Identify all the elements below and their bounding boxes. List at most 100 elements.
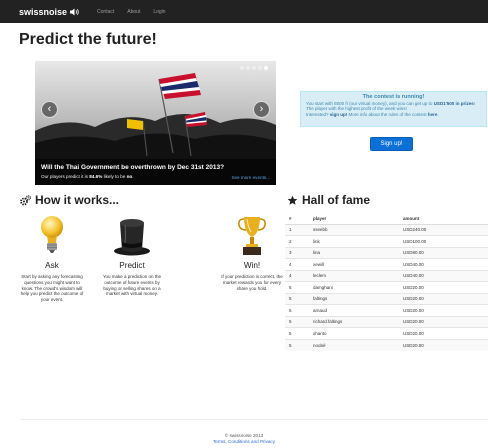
- rank-cell: 5: [285, 327, 309, 339]
- rank-cell: 4: [285, 258, 309, 270]
- contest-info-box: The contest is running! You start with 5…: [300, 91, 487, 127]
- contest-rules-link[interactable]: here: [428, 112, 438, 117]
- brand-name[interactable]: swissnoise: [19, 7, 67, 17]
- carousel-dot-active[interactable]: [264, 66, 268, 70]
- carousel-dot[interactable]: [258, 66, 262, 70]
- chevron-left-icon: ‹: [47, 103, 52, 115]
- amount-cell: USD240.00: [399, 223, 488, 236]
- contest-text: (our virtual money), and you can get up …: [347, 100, 434, 106]
- player-cell: richard.faltings: [309, 315, 399, 328]
- amount-cell: USD40.00: [399, 269, 488, 282]
- player-cell: damghani: [309, 281, 399, 293]
- nav-login[interactable]: Login: [153, 9, 165, 15]
- table-row: 5 arnaud USD20.00: [285, 304, 488, 316]
- carousel-indicators: [240, 66, 268, 70]
- event-carousel[interactable]: ‹ › Will the Thai Government be overthro…: [35, 61, 276, 185]
- how-step-win: Win! If your prediction is correct, the …: [219, 211, 285, 291]
- prediction-suffix: .: [132, 174, 134, 179]
- table-row: 5 richard.faltings USD20.00: [285, 315, 488, 328]
- prediction-middle: likely to be: [102, 174, 127, 179]
- table-row: 3 lina USD80.00: [285, 246, 488, 259]
- hall-of-fame-title: Hall of fame: [302, 193, 371, 207]
- rank-column-header: #: [285, 214, 309, 225]
- carousel-caption: Will the Thai Government be overthrown b…: [35, 159, 276, 185]
- table-row: 4 leclem USD40.00: [285, 269, 488, 282]
- prediction-prefix: Our players predict it is: [41, 174, 90, 179]
- nav-contact[interactable]: Contact: [97, 9, 114, 15]
- player-cell: lina: [309, 246, 399, 259]
- table-row: 2 link USD100.00: [285, 235, 488, 247]
- star-icon: [287, 195, 298, 205]
- table-row: 5 xhanto USD20.00: [285, 327, 488, 339]
- footer-divider: [20, 419, 488, 420]
- player-cell: faltings: [309, 292, 399, 305]
- speaker-icon: [70, 8, 79, 15]
- amount-cell: USD20.00: [399, 338, 488, 351]
- amount-column-header: amount: [399, 214, 488, 225]
- table-row: 5 damghani USD20.00: [285, 281, 488, 293]
- player-column-header: player: [309, 214, 399, 225]
- hall-of-fame-heading: Hall of fame: [287, 193, 370, 207]
- contest-text: You start with 5000: [306, 100, 346, 106]
- contest-text: .: [437, 111, 439, 117]
- rank-cell: 5: [285, 315, 309, 328]
- gears-icon: [20, 194, 31, 205]
- amount-cell: USD20.00: [399, 304, 488, 316]
- amount-cell: USD80.00: [399, 246, 488, 259]
- amount-cell: USD20.00: [399, 281, 488, 293]
- rank-cell: 5: [285, 281, 309, 293]
- table-row: 5 noobé USD20.00: [285, 338, 488, 351]
- player-cell: xhanto: [309, 327, 399, 339]
- how-step-predict: Predict You make a prediction on the out…: [99, 211, 165, 297]
- amount-cell: USD40.00: [399, 258, 488, 270]
- nav-about[interactable]: About: [127, 9, 140, 15]
- brand-logo[interactable]: swissnoise: [19, 7, 80, 17]
- player-cell: link: [309, 235, 399, 247]
- rank-cell: 5: [285, 338, 309, 351]
- rank-cell: 5: [285, 304, 309, 316]
- page-title: Predict the future!: [19, 31, 157, 48]
- footer: © swissnoise 2013 Terms, Conditions and …: [0, 433, 488, 445]
- amount-cell: USD20.00: [399, 292, 488, 305]
- how-it-works-heading: How it works...: [20, 193, 119, 207]
- rank-cell: 1: [285, 223, 309, 236]
- top-hat-icon: [114, 219, 150, 256]
- step-description: You make a prediction on the outcome of …: [102, 274, 162, 297]
- chevron-right-icon: ›: [259, 103, 264, 115]
- table-row: 5 faltings USD20.00: [285, 292, 488, 305]
- carousel-prev-button[interactable]: ‹: [41, 101, 58, 118]
- player-cell: xewill: [309, 258, 399, 270]
- see-more-events-link[interactable]: See more events...: [231, 175, 270, 180]
- rank-cell: 3: [285, 246, 309, 259]
- hall-of-fame-table: # player amount 1 sseebb USD240.00 2 link US…: [285, 214, 488, 351]
- contest-interest: Interested? sign up! More info about the…: [306, 112, 481, 118]
- signup-button[interactable]: Sign up!: [370, 137, 413, 151]
- player-cell: leclem: [309, 269, 399, 282]
- how-step-ask: Ask Start by asking any forecasting ques…: [19, 211, 85, 303]
- player-cell: sseebb: [309, 223, 399, 236]
- player-cell: noobé: [309, 338, 399, 351]
- step-heading: Win!: [243, 261, 261, 270]
- step-description: If your prediction is correct, the marke…: [221, 274, 283, 291]
- carousel-dot[interactable]: [246, 66, 250, 70]
- lightbulb-icon: [41, 216, 63, 253]
- carousel-dot[interactable]: [240, 66, 244, 70]
- terms-link[interactable]: Terms, Conditions and Privacy: [213, 439, 275, 444]
- contest-prize: USD1'500 in prizes: [433, 100, 474, 106]
- contest-description: You start with 5000 ñ (our virtual money…: [306, 101, 481, 112]
- contest-text: Interested?: [306, 111, 330, 117]
- step-heading: Ask: [45, 261, 59, 270]
- player-cell: arnaud: [309, 304, 399, 316]
- carousel-next-button[interactable]: ›: [253, 101, 270, 118]
- rank-cell: 2: [285, 235, 309, 247]
- amount-cell: USD20.00: [399, 315, 488, 328]
- table-header-row: # player amount: [285, 214, 488, 225]
- contest-signup-link[interactable]: sign up!: [330, 112, 348, 117]
- contest-text: More info about the rules of the contest: [347, 111, 428, 117]
- carousel-dot[interactable]: [252, 66, 256, 70]
- step-heading: Predict: [119, 261, 145, 270]
- prediction-percent: 84.6%: [89, 174, 103, 179]
- carousel-event-title[interactable]: Will the Thai Government be overthrown b…: [41, 164, 270, 171]
- step-description: Start by asking any forecasting question…: [20, 274, 84, 303]
- trophy-icon: [238, 217, 266, 255]
